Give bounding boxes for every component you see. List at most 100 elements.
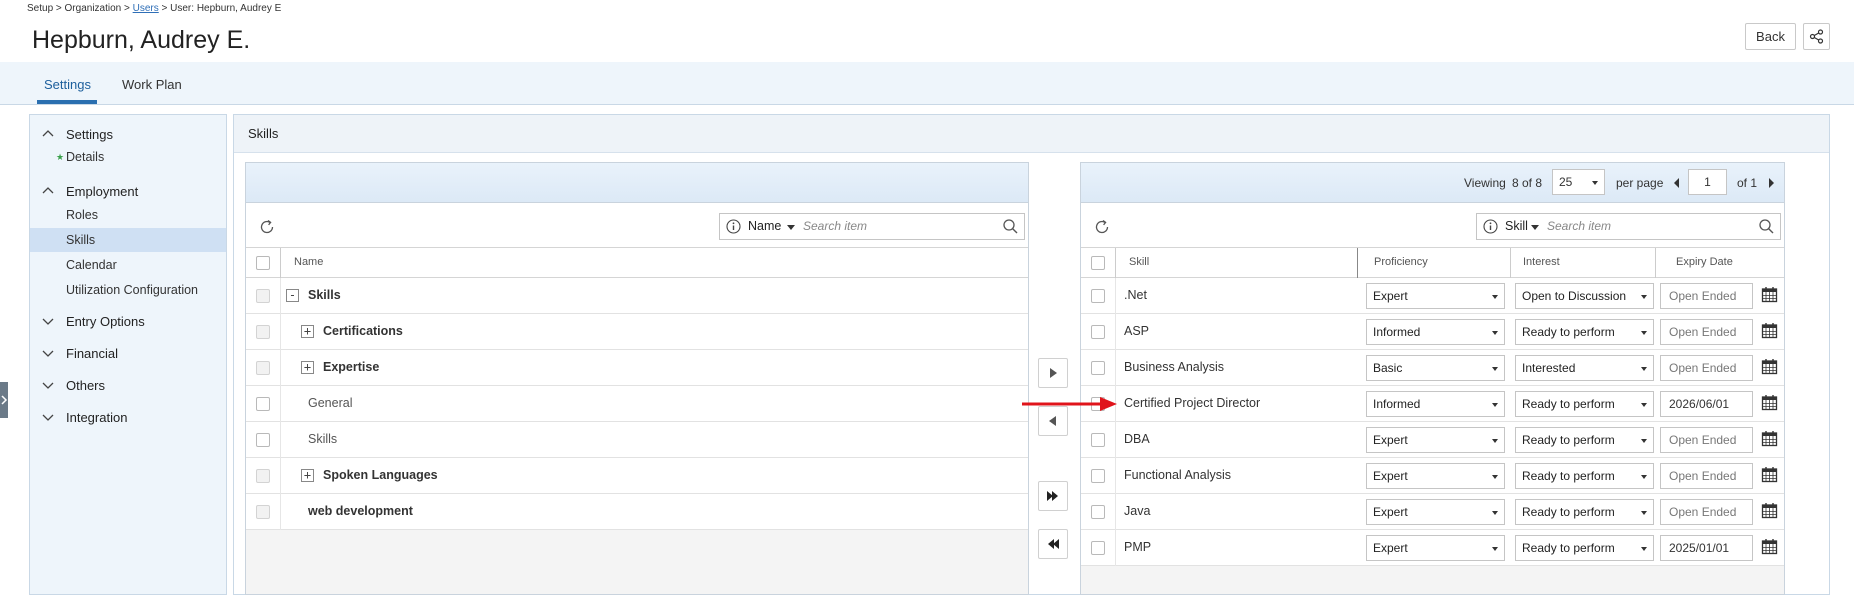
skill-row[interactable]: PMP Expert Ready to perform 2025/01/01 (1081, 530, 1784, 566)
sidebar-item-calendar[interactable]: Calendar (30, 253, 226, 277)
column-header-proficiency[interactable]: Proficiency (1374, 256, 1428, 268)
row-checkbox[interactable] (1091, 325, 1105, 339)
info-icon[interactable] (726, 219, 741, 234)
sidebar-item-roles[interactable]: Roles (30, 203, 226, 227)
move-all-left-button[interactable] (1038, 529, 1068, 559)
calendar-icon[interactable] (1761, 286, 1778, 303)
per-page-select[interactable]: 25 (1552, 169, 1605, 195)
refresh-icon[interactable] (1093, 218, 1111, 236)
collapse-icon[interactable]: - (286, 289, 299, 302)
tree-row[interactable]: Skills (246, 422, 1028, 458)
row-checkbox[interactable] (1091, 469, 1105, 483)
expiry-date-input[interactable]: Open Ended (1660, 499, 1753, 525)
expiry-date-input[interactable]: Open Ended (1660, 427, 1753, 453)
search-input[interactable]: Search item (1547, 219, 1611, 233)
search-field-selector[interactable]: Name (748, 219, 781, 233)
proficiency-select[interactable]: Expert (1366, 463, 1505, 489)
select-all-checkbox[interactable] (1091, 256, 1105, 270)
caret-down-icon[interactable] (787, 225, 795, 230)
skill-row[interactable]: Functional Analysis Expert Ready to perf… (1081, 458, 1784, 494)
info-icon[interactable] (1483, 219, 1498, 234)
calendar-icon[interactable] (1761, 394, 1778, 411)
proficiency-select[interactable]: Informed (1366, 319, 1505, 345)
tab-work-plan[interactable]: Work Plan (122, 77, 182, 92)
calendar-icon[interactable] (1761, 322, 1778, 339)
side-collapse-handle[interactable] (0, 382, 8, 418)
search-field-selector[interactable]: Skill (1505, 219, 1528, 233)
proficiency-select[interactable]: Informed (1366, 391, 1505, 417)
interest-select[interactable]: Ready to perform (1515, 499, 1654, 525)
proficiency-select[interactable]: Basic (1366, 355, 1505, 381)
tree-row[interactable]: + Certifications (246, 314, 1028, 350)
page-number-input[interactable]: 1 (1688, 169, 1727, 195)
column-header-skill[interactable]: Skill (1129, 256, 1149, 268)
sidebar-item-details[interactable]: ★ Details (30, 145, 226, 169)
skill-row[interactable]: Java Expert Ready to perform Open Ended (1081, 494, 1784, 530)
interest-select[interactable]: Open to Discussion (1515, 283, 1654, 309)
sidebar-section-employment[interactable]: Employment (30, 179, 226, 203)
next-page-icon[interactable] (1769, 178, 1774, 188)
column-header-expiry-date[interactable]: Expiry Date (1676, 256, 1733, 268)
interest-select[interactable]: Ready to perform (1515, 427, 1654, 453)
proficiency-select[interactable]: Expert (1366, 535, 1505, 561)
row-checkbox[interactable] (1091, 361, 1105, 375)
interest-select[interactable]: Ready to perform (1515, 391, 1654, 417)
expiry-date-input[interactable]: Open Ended (1660, 463, 1753, 489)
column-header-name[interactable]: Name (294, 256, 323, 268)
calendar-icon[interactable] (1761, 538, 1778, 555)
tree-row[interactable]: web development (246, 494, 1028, 530)
share-button[interactable] (1803, 23, 1830, 50)
proficiency-select[interactable]: Expert (1366, 499, 1505, 525)
expand-icon[interactable]: + (301, 325, 314, 338)
expand-icon[interactable]: + (301, 469, 314, 482)
row-checkbox[interactable] (256, 469, 270, 483)
row-checkbox[interactable] (256, 325, 270, 339)
breadcrumb-users-link[interactable]: Users (133, 3, 159, 14)
row-checkbox[interactable] (1091, 505, 1105, 519)
row-checkbox[interactable] (1091, 289, 1105, 303)
prev-page-icon[interactable] (1674, 178, 1679, 188)
expiry-date-input[interactable]: Open Ended (1660, 283, 1753, 309)
select-all-checkbox[interactable] (256, 256, 270, 270)
caret-down-icon[interactable] (1531, 225, 1539, 230)
tree-row[interactable]: - Skills (246, 278, 1028, 314)
interest-select[interactable]: Ready to perform (1515, 319, 1654, 345)
sidebar-section-integration[interactable]: Integration (30, 405, 226, 429)
expiry-date-input[interactable]: 2026/06/01 (1660, 391, 1753, 417)
sidebar-item-skills[interactable]: Skills (30, 228, 226, 252)
calendar-icon[interactable] (1761, 466, 1778, 483)
tab-settings[interactable]: Settings (44, 77, 91, 92)
row-checkbox[interactable] (256, 289, 270, 303)
interest-select[interactable]: Ready to perform (1515, 535, 1654, 561)
interest-select[interactable]: Ready to perform (1515, 463, 1654, 489)
skill-row[interactable]: Business Analysis Basic Interested Open … (1081, 350, 1784, 386)
move-all-right-button[interactable] (1038, 481, 1068, 511)
skill-row[interactable]: ASP Informed Ready to perform Open Ended (1081, 314, 1784, 350)
row-checkbox[interactable] (256, 433, 270, 447)
sidebar-section-entry-options[interactable]: Entry Options (30, 309, 226, 333)
sidebar-section-financial[interactable]: Financial (30, 341, 226, 365)
skill-row[interactable]: DBA Expert Ready to perform Open Ended (1081, 422, 1784, 458)
sidebar-item-utilization-configuration[interactable]: Utilization Configuration (30, 278, 226, 302)
proficiency-select[interactable]: Expert (1366, 427, 1505, 453)
tree-row[interactable]: + Expertise (246, 350, 1028, 386)
expiry-date-input[interactable]: Open Ended (1660, 319, 1753, 345)
row-checkbox[interactable] (1091, 433, 1105, 447)
search-icon[interactable] (1002, 218, 1019, 235)
calendar-icon[interactable] (1761, 502, 1778, 519)
search-icon[interactable] (1758, 218, 1775, 235)
skill-row[interactable]: Certified Project Director Informed Read… (1081, 386, 1784, 422)
sidebar-section-settings[interactable]: Settings (30, 122, 226, 146)
row-checkbox[interactable] (256, 505, 270, 519)
expiry-date-input[interactable]: Open Ended (1660, 355, 1753, 381)
proficiency-select[interactable]: Expert (1366, 283, 1505, 309)
row-checkbox[interactable] (1091, 541, 1105, 555)
sidebar-section-others[interactable]: Others (30, 373, 226, 397)
interest-select[interactable]: Interested (1515, 355, 1654, 381)
skill-row[interactable]: .Net Expert Open to Discussion Open Ende… (1081, 278, 1784, 314)
tree-row[interactable]: General (246, 386, 1028, 422)
row-checkbox[interactable] (256, 397, 270, 411)
back-button[interactable]: Back (1745, 23, 1796, 50)
calendar-icon[interactable] (1761, 430, 1778, 447)
search-input[interactable]: Search item (803, 219, 867, 233)
